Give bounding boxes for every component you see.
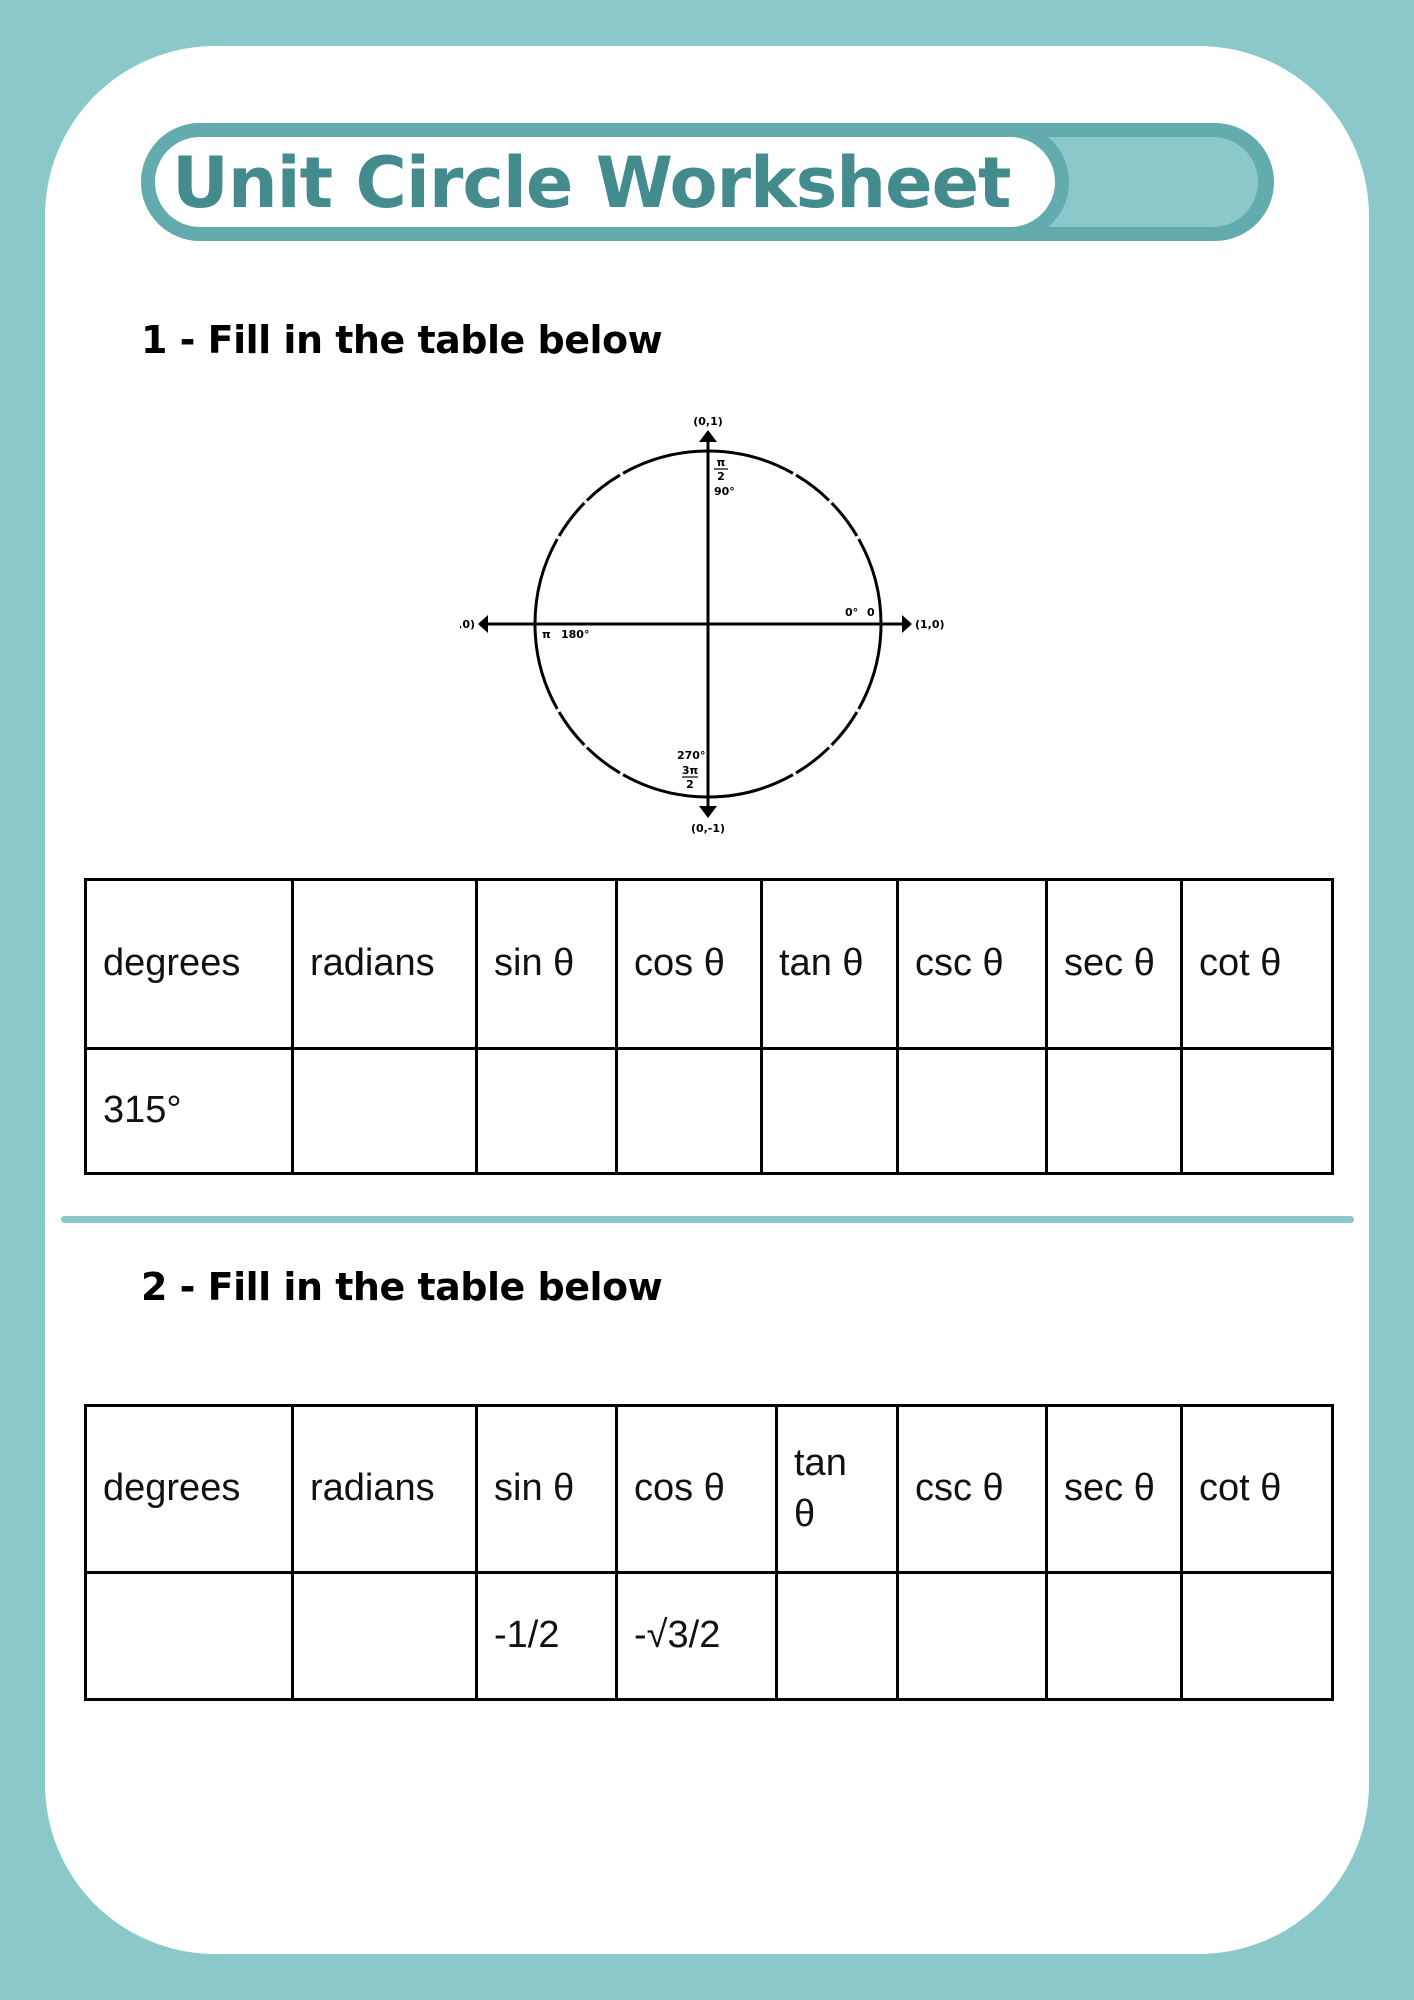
header-sin: sin θ (475, 1404, 618, 1574)
label-point-bottom: (0,-1) (691, 822, 725, 835)
label-90-rad-den: 2 (717, 470, 725, 483)
page-title: Unit Circle Worksheet (172, 142, 1012, 224)
cell-degrees[interactable] (84, 1571, 294, 1701)
arrow-right-icon (902, 615, 912, 633)
header-sec: sec θ (1045, 1404, 1183, 1574)
header-cot: cot θ (1180, 1404, 1334, 1574)
cell-sin: -1/2 (475, 1571, 618, 1701)
arrow-left-icon (478, 615, 488, 633)
section-divider (61, 1216, 1354, 1223)
cell-tan[interactable] (775, 1571, 899, 1701)
circle-arc (585, 746, 621, 775)
cell-cot[interactable] (1180, 1571, 1334, 1701)
label-point-left: (-1,0) (460, 618, 475, 631)
header-csc: csc θ (896, 1404, 1048, 1574)
section-1-heading: 1 - Fill in the table below (141, 318, 663, 362)
label-90-rad-num: π (717, 456, 726, 469)
circle-arc (585, 473, 621, 502)
header-cot: cot θ (1180, 878, 1334, 1050)
header-sec: sec θ (1045, 878, 1183, 1050)
label-270-deg: 270° (677, 749, 705, 762)
header-degrees: degrees (84, 1404, 294, 1574)
arrow-down-icon (699, 806, 717, 818)
header-csc: csc θ (896, 878, 1048, 1050)
label-270-rad-den: 2 (686, 778, 694, 791)
cell-radians[interactable] (291, 1571, 478, 1701)
cell-sec[interactable] (1045, 1047, 1183, 1175)
circle-arc (795, 746, 831, 775)
label-180-rad: π (542, 628, 551, 641)
cell-cot[interactable] (1180, 1047, 1334, 1175)
header-tan: tan θ (760, 878, 899, 1050)
table-header-row: degrees radians sin θ cos θ tan θ csc θ … (84, 878, 1334, 1050)
circle-arc (830, 711, 859, 747)
cell-csc[interactable] (896, 1047, 1048, 1175)
cell-cos: -√3/2 (615, 1571, 778, 1701)
cell-degrees[interactable]: 315° (84, 1047, 294, 1175)
table-row: 315° (84, 1047, 1334, 1175)
circle-arc (830, 501, 859, 537)
cell-sin[interactable] (475, 1047, 618, 1175)
header-radians: radians (291, 878, 478, 1050)
cell-radians[interactable] (291, 1047, 478, 1175)
label-180-deg: 180° (561, 628, 589, 641)
label-point-right: (1,0) (915, 618, 945, 631)
cell-sec[interactable] (1045, 1571, 1183, 1701)
label-point-top: (0,1) (693, 415, 723, 428)
label-270-rad-num: 3π (682, 764, 699, 777)
header-cos: cos θ (615, 1404, 778, 1574)
cell-csc[interactable] (896, 1571, 1048, 1701)
cell-tan[interactable] (760, 1047, 899, 1175)
section-1-table: degrees radians sin θ cos θ tan θ csc θ … (84, 878, 1334, 1175)
table-row: -1/2 -√3/2 (84, 1571, 1334, 1701)
label-0-rad: 0 (867, 606, 875, 619)
circle-arc (795, 473, 831, 502)
table-header-row: degrees radians sin θ cos θ tan θ csc θ … (84, 1404, 1334, 1574)
unit-circle-diagram: (0,1) (0,-1) (-1,0) (1,0) π 2 90° 0° 0 π… (441, 400, 960, 840)
section-2-heading: 2 - Fill in the table below (141, 1265, 663, 1309)
header-radians: radians (291, 1404, 478, 1574)
section-2-table: degrees radians sin θ cos θ tan θ csc θ … (84, 1404, 1334, 1701)
header-sin: sin θ (475, 878, 618, 1050)
circle-arc (557, 501, 586, 537)
arrow-up-icon (699, 430, 717, 442)
label-90-deg: 90° (714, 485, 735, 498)
circle-arc (557, 711, 586, 747)
header-cos: cos θ (615, 878, 763, 1050)
header-degrees: degrees (84, 878, 294, 1050)
label-0-deg: 0° (845, 606, 858, 619)
header-tan: tan θ (775, 1404, 899, 1574)
cell-cos[interactable] (615, 1047, 763, 1175)
